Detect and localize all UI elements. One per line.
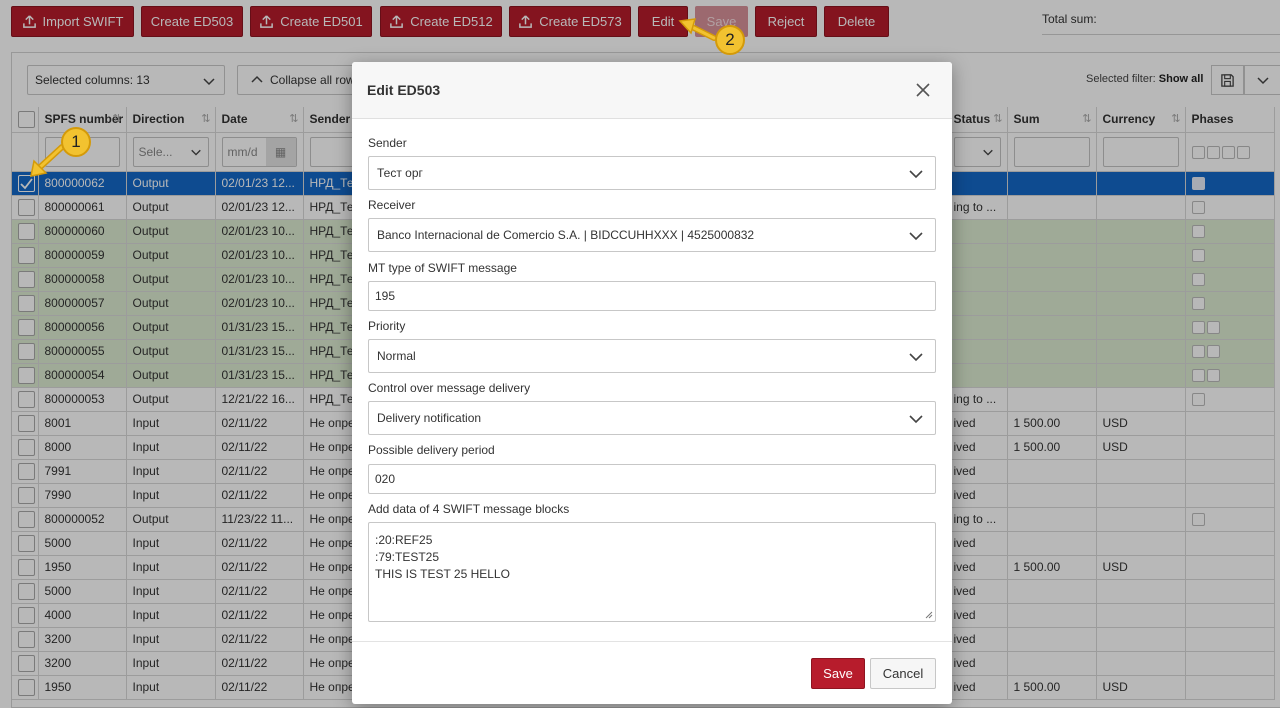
swift-blocks-textarea[interactable]: :20:REF25 :79:TEST25 THIS IS TEST 25 HEL… <box>368 522 936 622</box>
swift-blocks-label: Add data of 4 SWIFT message blocks <box>368 502 570 516</box>
sender-value: Тест орг <box>377 166 423 180</box>
edit-ed503-dialog: Edit ED503 Sender Тест орг Receiver Banc… <box>352 62 952 704</box>
control-delivery-label: Control over message delivery <box>368 381 531 395</box>
dialog-footer: Save Cancel <box>352 641 952 704</box>
dialog-title: Edit ED503 <box>367 82 441 98</box>
swift-block-line: THIS IS TEST 25 HELLO <box>375 567 510 581</box>
mt-type-label: MT type of SWIFT message <box>368 261 517 275</box>
receiver-select[interactable]: Banco Internacional de Comercio S.A. | B… <box>368 218 936 252</box>
dialog-header: Edit ED503 <box>352 62 952 119</box>
close-icon[interactable] <box>914 81 932 99</box>
priority-value: Normal <box>377 349 416 363</box>
priority-label: Priority <box>368 319 406 333</box>
chevron-down-icon <box>909 353 923 362</box>
dialog-save-button[interactable]: Save <box>811 658 865 689</box>
resize-grip-icon[interactable] <box>924 610 933 619</box>
control-delivery-select[interactable]: Delivery notification <box>368 401 936 435</box>
receiver-label: Receiver <box>368 198 416 212</box>
callout-arrow-2 <box>678 18 717 41</box>
dialog-cancel-button[interactable]: Cancel <box>870 658 936 689</box>
priority-select[interactable]: Normal <box>368 339 936 373</box>
callout-badge-1: 1 <box>61 127 91 157</box>
delivery-period-value: 020 <box>375 472 396 486</box>
delivery-period-input[interactable]: 020 <box>368 464 936 494</box>
chevron-down-icon <box>909 415 923 424</box>
swift-block-line: :20:REF25 <box>375 533 433 547</box>
control-delivery-value: Delivery notification <box>377 411 482 425</box>
swift-block-line: :79:TEST25 <box>375 550 440 564</box>
sender-label: Sender <box>368 136 407 150</box>
delivery-period-label: Possible delivery period <box>368 443 495 457</box>
callout-badge-2: 2 <box>715 25 745 55</box>
sender-select[interactable]: Тест орг <box>368 156 936 190</box>
chevron-down-icon <box>909 232 923 241</box>
mt-type-value: 195 <box>375 289 396 303</box>
mt-type-input[interactable]: 195 <box>368 281 936 311</box>
receiver-value: Banco Internacional de Comercio S.A. | B… <box>377 228 755 242</box>
chevron-down-icon <box>909 170 923 179</box>
